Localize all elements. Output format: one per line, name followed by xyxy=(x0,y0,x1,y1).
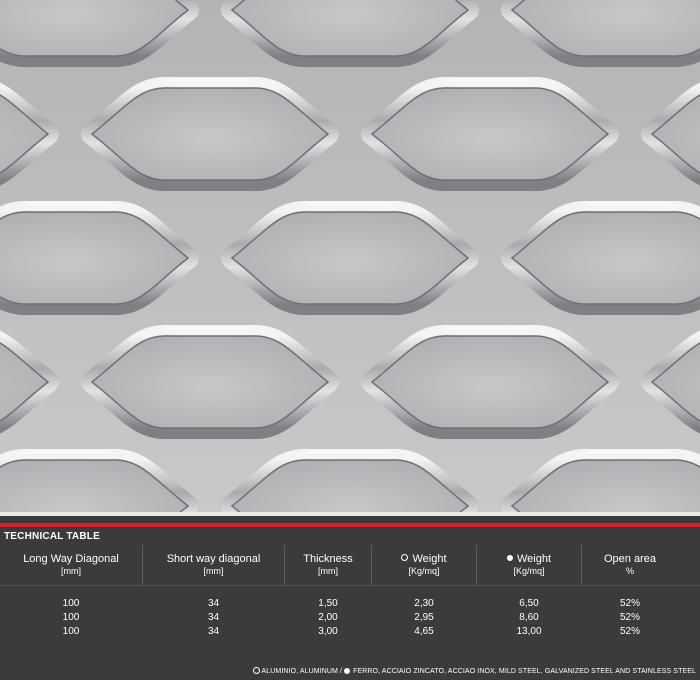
cell-long-way: 100 xyxy=(62,598,80,609)
table-row: 100 34 1,50 2,30 6,50 52% xyxy=(0,597,700,610)
header-long-way: Long Way Diagonal [mm] xyxy=(0,553,142,593)
cell-weight-steel: 6,50 xyxy=(519,598,539,609)
header-label: Short way diagonal xyxy=(166,553,261,565)
cell-thickness: 3,00 xyxy=(318,626,338,637)
cell-thickness: 2,00 xyxy=(318,612,338,623)
header-unit: [Kg/mq] xyxy=(408,566,440,576)
header-label: Weight xyxy=(516,553,552,565)
header-label: Open area xyxy=(604,553,656,565)
cell-long-way: 100 xyxy=(62,612,80,623)
cell-weight-aluminium: 2,30 xyxy=(414,598,434,609)
cell-open-area: 52% xyxy=(619,626,640,637)
table-row: 100 34 3,00 4,65 13,00 52% xyxy=(0,625,700,638)
cell-open-area: 52% xyxy=(619,612,640,623)
header-short-way: Short way diagonal [mm] xyxy=(143,553,284,593)
column-divider xyxy=(284,545,285,585)
column-divider xyxy=(142,545,143,585)
expanded-metal-photo xyxy=(0,0,700,512)
header-label: Long Way Diagonal xyxy=(23,553,119,565)
header-label: Thickness xyxy=(303,553,353,565)
cell-short-way: 34 xyxy=(207,598,220,609)
legend-aluminium: ALUMINIO, ALUMINUM / xyxy=(261,668,343,675)
dot-icon xyxy=(344,668,351,674)
material-legend: ALUMINIO, ALUMINUM / FERRO, ACCIAIO ZINCA… xyxy=(252,667,696,675)
header-label: Weight xyxy=(412,553,447,565)
cell-short-way: 34 xyxy=(207,626,220,637)
header-unit: [mm] xyxy=(61,566,81,576)
cell-short-way: 34 xyxy=(207,612,220,623)
cell-long-way: 100 xyxy=(62,626,80,637)
header-unit: [mm] xyxy=(318,566,338,576)
header-thickness: Thickness [mm] xyxy=(285,553,371,593)
table-header: Long Way Diagonal [mm] Short way diagona… xyxy=(0,545,700,585)
column-divider xyxy=(371,545,372,585)
cell-open-area: 52% xyxy=(619,598,640,609)
expanded-metal-mesh-image xyxy=(0,0,700,512)
legend-steel: FERRO, ACCIAIO ZINCATO, ACCIAO INOX, MIL… xyxy=(353,668,696,675)
ring-icon xyxy=(401,554,409,561)
header-open-area: Open area % xyxy=(582,553,678,593)
ring-icon xyxy=(252,667,260,674)
cell-weight-steel: 8,60 xyxy=(519,612,539,623)
header-unit: [mm] xyxy=(203,566,224,576)
header-unit: [Kg/mq] xyxy=(513,566,545,576)
accent-line xyxy=(0,523,700,527)
cell-weight-steel: 13,00 xyxy=(516,626,542,637)
header-unit: % xyxy=(625,566,634,576)
header-weight-aluminium: Weight [Kg/mq] xyxy=(372,553,476,593)
dot-icon xyxy=(506,555,513,561)
header-weight-steel: Weight [Kg/mq] xyxy=(477,553,581,593)
cell-weight-aluminium: 4,65 xyxy=(414,626,434,637)
header-divider xyxy=(0,585,700,586)
column-divider xyxy=(581,545,582,585)
table-row: 100 34 2,00 2,95 8,60 52% xyxy=(0,611,700,624)
cell-thickness: 1,50 xyxy=(318,598,338,609)
column-divider xyxy=(476,545,477,585)
cell-weight-aluminium: 2,95 xyxy=(414,612,434,623)
table-title: TECHNICAL TABLE xyxy=(4,531,100,542)
